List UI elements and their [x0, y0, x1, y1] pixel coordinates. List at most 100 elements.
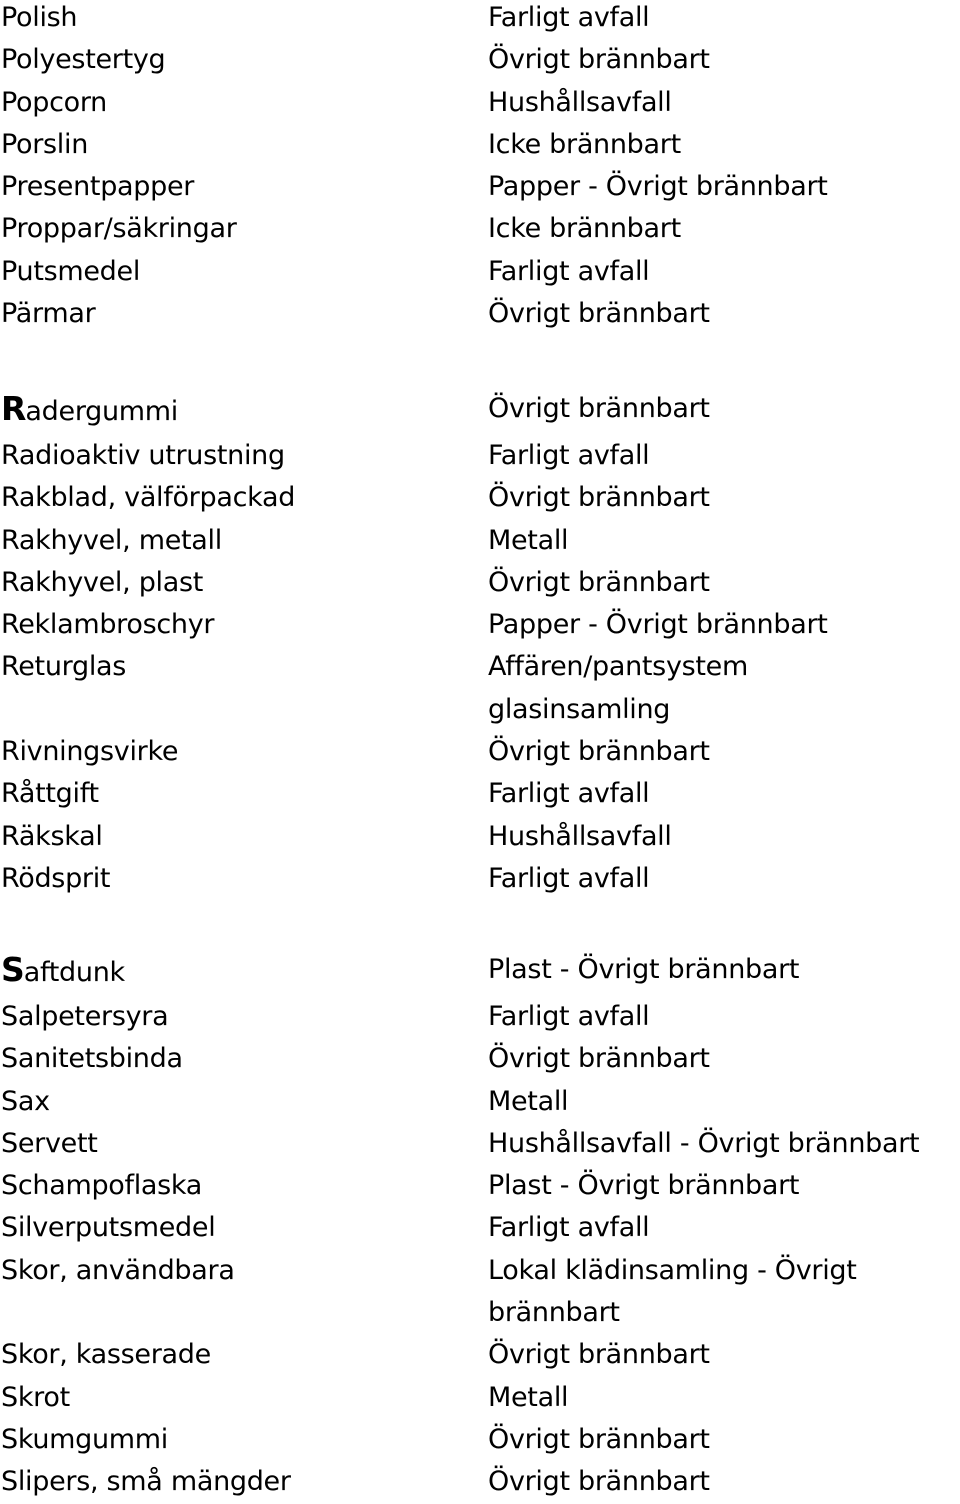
item-name: Putsmedel [1, 255, 141, 287]
list-item: Radergummi Övrigt brännbart [0, 386, 960, 435]
item-name: Porslin [1, 128, 89, 160]
list-item: Skumgummi Övrigt brännbart [0, 1419, 960, 1461]
item-category: Farligt avfall [488, 1212, 650, 1244]
item-name: Rakhyvel, metall [1, 524, 222, 556]
item-name: Radergummi [0, 386, 488, 435]
item-category: Övrigt brännbart [488, 393, 710, 424]
item-name: Skrot [1, 1381, 70, 1413]
item-name-rest: aftdunk [23, 957, 125, 988]
item-name: Polyestertyg [1, 44, 166, 76]
item-name: Skor, kasserade [1, 1339, 211, 1371]
item-name: Silverputsmedel [1, 1212, 216, 1244]
item-name: Presentpapper [1, 171, 195, 203]
item-name: Returglas [1, 651, 127, 683]
item-category: Hushållsavfall [488, 86, 672, 118]
list-item: Skor, användbara Lokal klädinsamling - Ö… [0, 1250, 960, 1335]
item-category: Övrigt brännbart [488, 736, 710, 768]
item-name: Rödsprit [1, 862, 111, 894]
item-category: Hushållsavfall [488, 820, 672, 852]
list-item: Radioaktiv utrustning Farligt avfall [0, 435, 960, 477]
item-category: Papper - Övrigt brännbart [488, 171, 828, 203]
item-name: Räkskal [1, 820, 103, 852]
item-name: Servett [1, 1127, 98, 1159]
list-item: Rakhyvel, plast Övrigt brännbart [0, 562, 960, 604]
list-item: Returglas Affären/pantsystem glasinsamli… [0, 646, 960, 731]
item-name: Skor, användbara [1, 1254, 235, 1286]
item-category: Övrigt brännbart [488, 482, 710, 514]
list-item: Pärmar Övrigt brännbart [0, 293, 960, 335]
list-item: Räkskal Hushållsavfall [0, 816, 960, 858]
item-category: Övrigt brännbart [488, 1423, 710, 1455]
list-item: Slipers, små mängder Övrigt brännbart [0, 1461, 960, 1503]
item-name: Slipers, små mängder [1, 1466, 291, 1498]
list-item: Skor, kasserade Övrigt brännbart [0, 1334, 960, 1376]
item-name: Rakhyvel, plast [1, 566, 204, 598]
list-item: Silverputsmedel Farligt avfall [0, 1207, 960, 1249]
section-initial: S [1, 950, 25, 989]
item-category: Övrigt brännbart [488, 298, 710, 330]
list-item: Schampoflaska Plast - Övrigt brännbart [0, 1165, 960, 1207]
list-item: Sax Metall [0, 1081, 960, 1123]
list-item: Proppar/säkringar Icke brännbart [0, 208, 960, 250]
list-item: Skrot Metall [0, 1377, 960, 1419]
item-name: Rakblad, välförpackad [1, 482, 296, 514]
item-name: Salpetersyra [1, 1001, 169, 1032]
item-name: Råttgift [1, 778, 99, 810]
item-category: Metall [488, 524, 569, 556]
item-category: Plast - Övrigt brännbart [488, 954, 800, 985]
section-p: Polish Farligt avfall Polyestertyg Övrig… [0, 0, 960, 335]
item-name: Proppar/säkringar [1, 213, 237, 245]
item-name: Popcorn [1, 86, 107, 118]
item-category: Hushållsavfall - Övrigt brännbart [488, 1127, 920, 1159]
list-item: Rödsprit Farligt avfall [0, 858, 960, 900]
list-item: Rakblad, välförpackad Övrigt brännbart [0, 477, 960, 519]
item-name: Pärmar [1, 298, 96, 330]
item-category: Farligt avfall [488, 2, 650, 33]
item-name: Sanitetsbinda [1, 1043, 183, 1075]
list-item: Servett Hushållsavfall - Övrigt brännbar… [0, 1123, 960, 1165]
item-name: Saftdunk [0, 947, 488, 996]
item-category: Papper - Övrigt brännbart [488, 609, 828, 641]
item-name: Skumgummi [1, 1423, 169, 1455]
list-item: Sanitetsbinda Övrigt brännbart [0, 1038, 960, 1080]
item-category: Farligt avfall [488, 862, 650, 894]
item-name: Schampoflaska [1, 1170, 203, 1202]
item-category: Plast - Övrigt brännbart [488, 1170, 800, 1202]
item-name: Sax [1, 1085, 50, 1117]
list-item: Polish Farligt avfall [0, 0, 960, 39]
item-category: Övrigt brännbart [488, 1339, 710, 1371]
item-category: Farligt avfall [488, 1001, 650, 1032]
list-item: Porslin Icke brännbart [0, 124, 960, 166]
item-category: Affären/pantsystem glasinsamling [488, 651, 748, 725]
item-category: Metall [488, 1085, 569, 1117]
list-item: Saftdunk Plast - Övrigt brännbart [0, 947, 960, 996]
list-item: Polyestertyg Övrigt brännbart [0, 39, 960, 81]
item-category: Farligt avfall [488, 255, 650, 287]
list-item: Salpetersyra Farligt avfall [0, 996, 960, 1038]
item-category: Icke brännbart [488, 213, 681, 245]
item-name: Polish [1, 2, 78, 33]
list-item: Putsmedel Farligt avfall [0, 251, 960, 293]
section-initial: R [1, 389, 26, 428]
section-s: Saftdunk Plast - Övrigt brännbart Salpet… [0, 947, 960, 1504]
item-category: Metall [488, 1381, 569, 1413]
list-item: Råttgift Farligt avfall [0, 773, 960, 815]
item-name-rest: adergummi [25, 396, 178, 427]
item-category: Övrigt brännbart [488, 1466, 710, 1498]
item-category: Farligt avfall [488, 440, 650, 471]
list-item: Popcorn Hushållsavfall [0, 82, 960, 124]
item-name: Rivningsvirke [1, 736, 179, 768]
list-item: Rivningsvirke Övrigt brännbart [0, 731, 960, 773]
item-name: Reklambroschyr [1, 609, 215, 641]
item-category: Icke brännbart [488, 128, 681, 160]
list-item: Rakhyvel, metall Metall [0, 520, 960, 562]
item-category: Övrigt brännbart [488, 1043, 710, 1075]
item-category: Övrigt brännbart [488, 566, 710, 598]
list-item: Presentpapper Papper - Övrigt brännbart [0, 166, 960, 208]
section-r: Radergummi Övrigt brännbart Radioaktiv u… [0, 386, 960, 900]
item-category: Farligt avfall [488, 778, 650, 810]
list-item: Reklambroschyr Papper - Övrigt brännbart [0, 604, 960, 646]
item-name: Radioaktiv utrustning [1, 440, 285, 471]
item-category: Lokal klädinsamling - Övrigt brännbart [488, 1254, 857, 1329]
item-category: Övrigt brännbart [488, 44, 710, 76]
